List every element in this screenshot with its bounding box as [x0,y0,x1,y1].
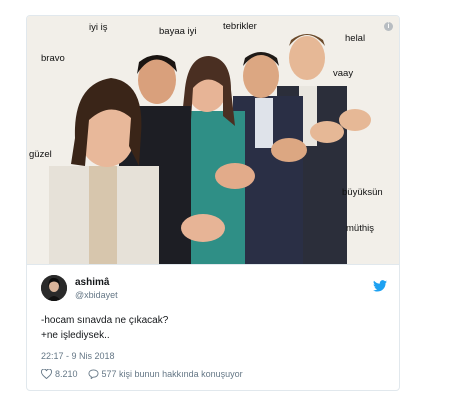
applauding-people-illustration [27,16,399,264]
caption-iyi-is: iyi iş [89,22,108,33]
caption-guzel: güzel [29,149,52,160]
tweet-body: ashimâ @xbidayet -hocam sınavda ne çıkac… [27,264,399,390]
reply-conversation-link[interactable]: 577 kişi bunun hakkında konuşuyor [88,369,243,379]
reply-conversation-text: 577 kişi bunun hakkında konuşuyor [101,369,243,379]
display-name[interactable]: ashimâ [75,277,109,288]
avatar-portrait-icon [41,275,67,301]
caption-vaay: vaay [333,68,354,79]
caption-bravo: bravo [41,53,65,64]
caption-muthis: müthiş [346,223,374,234]
tweet-card: iyi iş bayaa iyi tebrikler helal bravo v… [26,15,400,391]
caption-tebrikler: tebrikler [223,21,257,32]
tweet-text-line-1: -hocam sınavda ne çıkacak? [41,315,169,326]
info-icon[interactable]: i [384,22,393,31]
caption-buyuksun: büyüksün [342,187,383,198]
caption-bayaa-iyi: bayaa iyi [159,26,197,37]
heart-icon [41,369,52,379]
like-button[interactable]: 8.210 [41,369,78,379]
like-count: 8.210 [55,369,78,379]
caption-helal: helal [345,33,366,44]
twitter-bird-icon[interactable] [373,279,387,297]
tweet-actions: 8.210 577 kişi bunun hakkında konuşuyor [41,369,253,379]
tweet-text-line-2: +ne işlediysek.. [41,330,110,341]
meme-image: iyi iş bayaa iyi tebrikler helal bravo v… [27,16,399,264]
tweet-timestamp[interactable]: 22:17 - 9 Nis 2018 [41,351,115,361]
user-handle[interactable]: @xbidayet [75,290,118,300]
avatar[interactable] [41,275,67,301]
reply-bubble-icon [88,369,99,379]
